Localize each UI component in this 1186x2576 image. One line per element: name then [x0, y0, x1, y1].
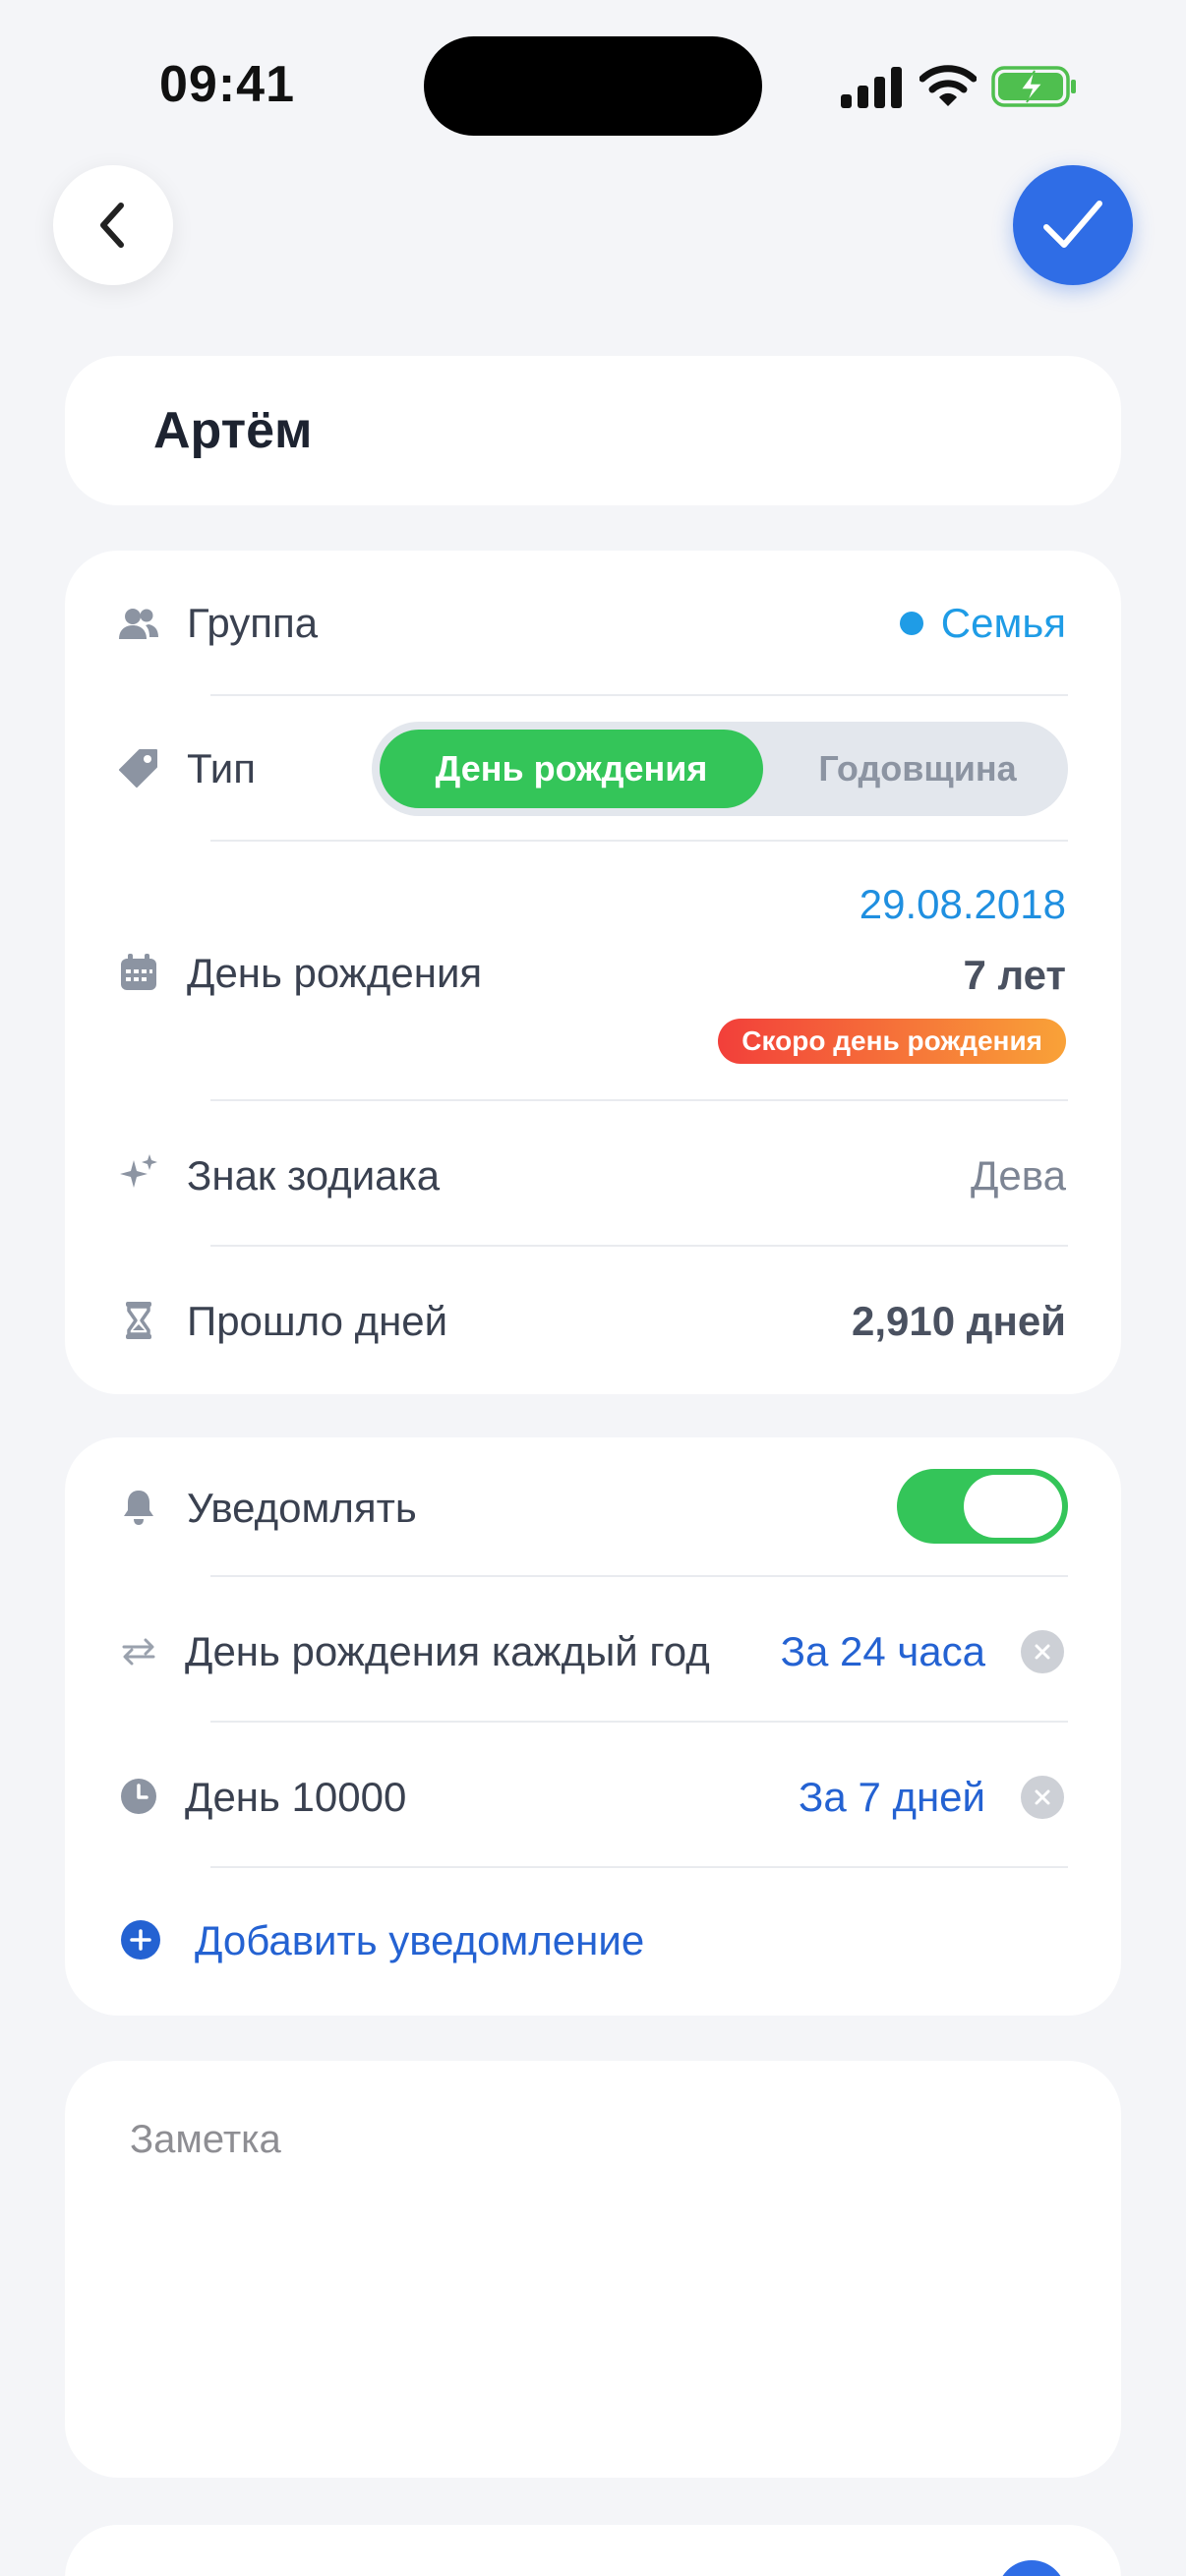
repeat-icon	[122, 1638, 155, 1666]
reminder-offset[interactable]: За 7 дней	[799, 1774, 985, 1821]
notifications-card: Уведомлять День рождения каждый год За 2…	[65, 1437, 1121, 2016]
remove-reminder-button[interactable]	[1021, 1630, 1064, 1673]
notify-toggle[interactable]	[897, 1469, 1068, 1544]
type-option-birthday[interactable]: День рождения	[380, 730, 763, 808]
cellular-signal-icon	[841, 67, 902, 108]
action-icon[interactable]	[997, 2560, 1066, 2576]
days-passed-label: Прошло дней	[187, 1298, 448, 1344]
calendar-icon	[121, 954, 156, 990]
divider	[210, 1099, 1068, 1101]
close-icon	[1035, 1644, 1050, 1660]
save-button[interactable]	[1013, 165, 1133, 285]
zodiac-value: Дева	[970, 1152, 1066, 1199]
reminder-offset[interactable]: За 24 часа	[781, 1628, 985, 1675]
note-placeholder: Заметка	[130, 2118, 281, 2161]
people-icon	[119, 609, 158, 639]
details-card: Группа Семья Тип День рождения Годовщина…	[65, 551, 1121, 1394]
checkmark-icon	[1043, 201, 1102, 248]
name-field[interactable]: Артём	[65, 356, 1121, 505]
divider	[210, 1575, 1068, 1577]
soon-birthday-badge: Скоро день рождения	[718, 1019, 1066, 1064]
contact-name[interactable]: Артём	[153, 401, 312, 460]
zodiac-label: Знак зодиака	[187, 1152, 441, 1199]
toggle-knob	[964, 1475, 1062, 1538]
group-value: Семья	[940, 600, 1066, 646]
status-time: 09:41	[159, 56, 295, 113]
type-label: Тип	[187, 745, 257, 791]
plus-circle-icon	[121, 1920, 160, 1960]
battery-charging-icon	[991, 66, 1076, 107]
group-color-dot	[899, 612, 923, 635]
chevron-left-icon	[100, 203, 124, 248]
status-bar: 09:41	[0, 0, 1186, 147]
sparkles-icon	[120, 1154, 157, 1188]
birthday-label: День рождения	[187, 950, 483, 996]
divider	[210, 694, 1068, 696]
next-card	[65, 2525, 1121, 2576]
dynamic-island	[424, 36, 762, 136]
birthday-date[interactable]: 29.08.2018	[860, 881, 1066, 928]
reminder-label: День 10000	[185, 1774, 407, 1820]
bell-icon	[124, 1491, 153, 1525]
age-value: 7 лет	[963, 952, 1066, 998]
divider	[210, 1245, 1068, 1247]
back-button[interactable]	[53, 165, 173, 285]
note-field[interactable]: Заметка	[65, 2061, 1121, 2478]
remove-reminder-button[interactable]	[1021, 1776, 1064, 1819]
hourglass-icon	[126, 1302, 151, 1339]
reminder-label: День рождения каждый год	[185, 1628, 710, 1674]
type-option-anniversary[interactable]: Годовщина	[775, 730, 1060, 808]
clock-icon	[121, 1779, 156, 1814]
wifi-icon	[919, 65, 977, 106]
add-notification-label: Добавить уведомление	[195, 1917, 645, 1963]
close-icon	[1035, 1789, 1050, 1805]
divider	[210, 1721, 1068, 1723]
group-label: Группа	[187, 600, 319, 646]
group-selector[interactable]: Семья	[899, 600, 1066, 647]
type-segmented-control: День рождения Годовщина	[372, 722, 1068, 816]
divider	[210, 840, 1068, 842]
notify-label: Уведомлять	[187, 1485, 417, 1531]
days-passed-value: 2,910 дней	[852, 1298, 1066, 1344]
tag-icon	[119, 749, 157, 788]
divider	[210, 1866, 1068, 1868]
